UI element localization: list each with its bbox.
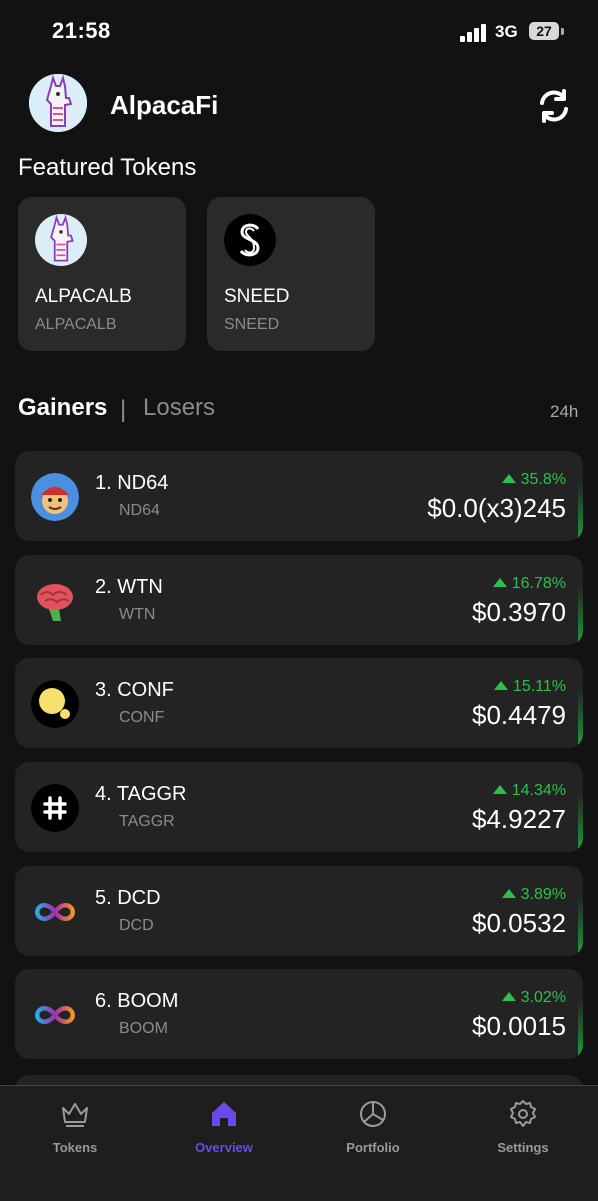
trend-accent [578,792,583,852]
token-name: 1. ND64 [95,472,169,494]
tab-gainers[interactable]: Gainers [18,394,107,422]
nav-label: Overview [195,1140,253,1155]
featured-token-card[interactable]: SNEED SNEED [207,197,375,351]
featured-token-symbol: SNEED [224,316,280,333]
token-symbol: CONF [119,709,165,726]
gear-icon [507,1098,539,1130]
hash-logo-icon [31,784,79,832]
trend-accent [578,688,583,748]
price-change: 3.02% [501,989,566,1007]
battery-icon: 27 [529,22,559,40]
token-symbol: ND64 [119,502,160,519]
price-change-value: 16.78% [511,575,566,592]
token-row[interactable]: 5. DCD DCD 3.89% $0.0532 [15,866,583,956]
price-change: 14.34% [492,782,566,800]
crown-icon [59,1098,91,1130]
featured-token-symbol: ALPACALB [35,316,117,333]
price-change-value: 3.02% [520,989,566,1006]
price-change: 3.89% [501,886,566,904]
nav-label: Settings [497,1140,549,1155]
price-change: 35.8% [501,471,566,489]
brain-logo-icon [31,577,79,625]
battery-tip [561,28,564,35]
up-arrow-icon [492,785,507,794]
featured-token-name: ALPACALB [35,286,132,307]
conf-logo-icon [31,680,79,728]
alpaca-logo-icon[interactable] [29,74,87,132]
trend-accent [578,585,583,645]
refresh-icon[interactable] [536,88,572,124]
network-type: 3G [495,22,518,41]
price-change: 15.11% [493,678,566,696]
nav-tokens[interactable]: Tokens [15,1098,135,1155]
token-price: $0.0(x3)245 [427,493,566,523]
token-row[interactable]: 1. ND64 ND64 35.8% $0.0(x3)245 [15,451,583,541]
price-change-value: 35.8% [520,471,566,488]
price-change-value: 3.89% [520,886,566,903]
gainers-losers-tabs: Gainers | Losers 24h [18,394,583,428]
up-arrow-icon [493,681,508,690]
token-row[interactable]: 2. WTN WTN 16.78% $0.3970 [15,555,583,645]
token-row[interactable]: 6. BOOM BOOM 3.02% $0.0015 [15,969,583,1059]
token-name: 6. BOOM [95,990,179,1012]
token-row[interactable]: 4. TAGGR TAGGR 14.34% $4.9227 [15,762,583,852]
sneed-logo-icon [224,214,276,266]
app-header: AlpacaFi [0,70,598,140]
token-row[interactable]: 3. CONF CONF 15.11% $0.4479 [15,658,583,748]
status-time: 21:58 [52,18,111,43]
infinity-logo-icon [31,888,79,936]
token-price: $0.3970 [472,597,566,627]
token-price: $0.0532 [472,908,566,938]
app-title: AlpacaFi [110,90,219,120]
pie-chart-icon [357,1098,389,1130]
token-price: $4.9227 [472,804,566,834]
token-price: $0.4479 [472,700,566,730]
featured-token-card[interactable]: ALPACALB ALPACALB [18,197,186,351]
up-arrow-icon [501,992,516,1001]
token-name: 5. DCD [95,887,161,909]
home-icon [208,1098,240,1130]
token-symbol: WTN [119,606,156,623]
up-arrow-icon [492,578,507,587]
trend-accent [578,481,583,541]
token-name: 4. TAGGR [95,783,187,805]
price-change-value: 14.34% [511,782,566,799]
token-symbol: DCD [119,917,154,934]
featured-tokens-title: Featured Tokens [18,154,197,181]
infinity-logo-icon [31,991,79,1039]
nav-label: Portfolio [346,1140,400,1155]
signal-icon [460,22,490,42]
nav-overview[interactable]: Overview [164,1098,284,1155]
token-symbol: TAGGR [119,813,175,830]
token-name: 2. WTN [95,576,163,598]
featured-token-name: SNEED [224,286,290,307]
token-name: 3. CONF [95,679,174,701]
trend-accent [578,896,583,956]
bottom-navigation: Tokens Overview Portfolio Settings [0,1085,598,1201]
nav-portfolio[interactable]: Portfolio [313,1098,433,1155]
tab-separator: | [120,396,127,423]
period-selector[interactable]: 24h [550,402,578,422]
nd64-logo-icon [31,473,79,521]
status-bar: 21:58 3G 27 [0,0,598,62]
price-change-value: 15.11% [512,678,566,695]
trend-accent [578,999,583,1059]
alpaca-logo-icon [35,214,87,266]
up-arrow-icon [501,474,516,483]
price-change: 16.78% [492,575,566,593]
token-symbol: BOOM [119,1020,168,1037]
nav-settings[interactable]: Settings [463,1098,583,1155]
up-arrow-icon [501,889,516,898]
token-price: $0.0015 [472,1011,566,1041]
nav-label: Tokens [52,1140,98,1155]
tab-losers[interactable]: Losers [143,394,215,422]
